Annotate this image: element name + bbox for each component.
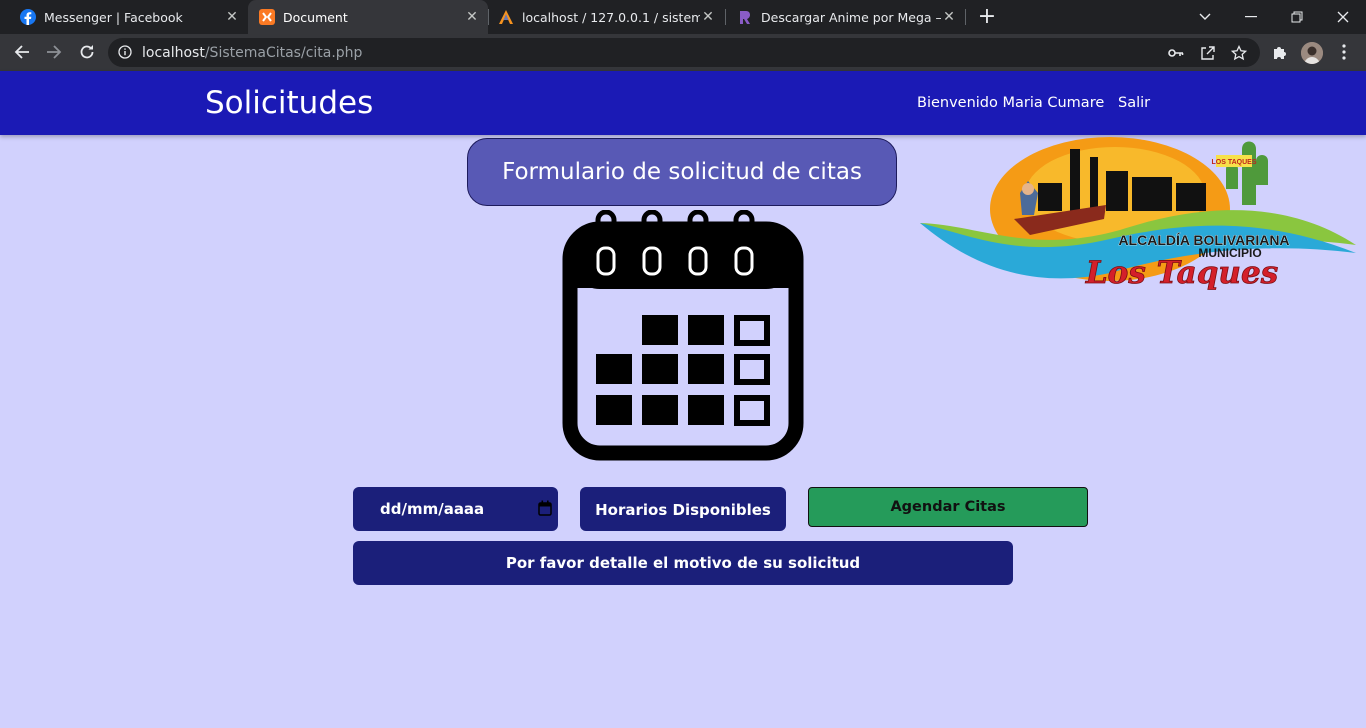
tab-close-icon[interactable]: ✕ [464, 9, 480, 25]
tab-title: localhost / 127.0.0.1 / sistema_cit [522, 9, 700, 25]
calendar-icon [562, 210, 804, 461]
navbar-brand[interactable]: Solicitudes [205, 85, 373, 121]
tab-separator [488, 9, 489, 25]
url-path: /SistemaCitas/cita.php [204, 45, 363, 61]
new-tab-button[interactable]: + [976, 4, 998, 30]
chevron-down-icon [1199, 13, 1211, 20]
date-input-value: dd/mm/aaaa [380, 500, 485, 518]
logo-line3: Los Taques [1085, 255, 1278, 291]
site-navbar: Solicitudes Bienvenido Maria Cumare Sali… [0, 71, 1366, 135]
date-input[interactable]: dd/mm/aaaa [353, 487, 558, 531]
restore-button[interactable] [1274, 0, 1320, 34]
tab-title: Document [283, 9, 348, 25]
tab-separator [725, 9, 726, 25]
rr-icon [740, 11, 750, 24]
facebook-icon [20, 9, 36, 25]
tab-anime[interactable]: Descargar Anime por Mega – RR ✕ [725, 0, 965, 34]
tab-document[interactable]: Document ✕ [248, 0, 488, 34]
user-avatar-icon [1301, 42, 1323, 64]
key-icon[interactable] [1167, 44, 1185, 62]
extensions-button[interactable] [1269, 41, 1291, 63]
address-bar[interactable]: localhost/SistemaCitas/cita.php [108, 38, 1260, 67]
arrow-left-icon [14, 45, 29, 59]
horarios-button[interactable]: Horarios Disponibles [580, 487, 786, 531]
arrow-right-icon [47, 45, 62, 59]
tab-separator [965, 9, 966, 25]
browser-tab-strip: Messenger | Facebook ✕ Document ✕ localh… [0, 0, 1366, 34]
minimize-icon [1245, 16, 1257, 18]
xampp-icon [259, 9, 275, 25]
reload-button[interactable] [73, 38, 101, 66]
puzzle-icon [1274, 47, 1286, 59]
phpmyadmin-icon [499, 10, 513, 24]
agendar-citas-button[interactable]: Agendar Citas [808, 487, 1088, 527]
logout-link[interactable]: Salir [1118, 95, 1150, 111]
kebab-menu-icon [1342, 44, 1346, 60]
forward-button[interactable] [40, 38, 68, 66]
restore-icon [1291, 11, 1303, 23]
logo-sign: LOS TAQUES [1212, 159, 1257, 166]
info-icon[interactable] [118, 45, 132, 59]
back-button[interactable] [8, 38, 36, 66]
calendar-picker-icon[interactable] [538, 500, 552, 516]
welcome-link[interactable]: Bienvenido Maria Cumare [917, 95, 1104, 111]
profile-avatar[interactable] [1301, 42, 1323, 64]
url-text: localhost/SistemaCitas/cita.php [142, 45, 362, 61]
tab-close-icon[interactable]: ✕ [700, 9, 716, 25]
minimize-button[interactable] [1228, 0, 1274, 34]
municipality-logo: LOS TAQUES ALCALDÍA BOLIVARIANA MUNICIPI… [920, 137, 1356, 291]
tab-messenger[interactable]: Messenger | Facebook ✕ [0, 0, 248, 34]
reload-icon [80, 45, 94, 59]
form-title: Formulario de solicitud de citas [467, 138, 897, 206]
star-icon[interactable] [1230, 44, 1248, 62]
tab-title: Messenger | Facebook [44, 9, 183, 25]
motivo-field[interactable]: Por favor detalle el motivo de su solici… [353, 541, 1013, 585]
url-host: localhost [142, 45, 205, 61]
tab-search-button[interactable] [1182, 0, 1228, 34]
tab-close-icon[interactable]: ✕ [941, 9, 957, 25]
browser-toolbar: localhost/SistemaCitas/cita.php [0, 34, 1366, 71]
tab-title: Descargar Anime por Mega – RR [761, 9, 941, 25]
tab-phpmyadmin[interactable]: localhost / 127.0.0.1 / sistema_cit ✕ [488, 0, 724, 34]
share-icon[interactable] [1198, 44, 1216, 62]
close-window-button[interactable] [1320, 0, 1366, 34]
tab-close-icon[interactable]: ✕ [224, 9, 240, 25]
close-icon [1337, 11, 1349, 23]
browser-menu-button[interactable] [1334, 41, 1354, 63]
